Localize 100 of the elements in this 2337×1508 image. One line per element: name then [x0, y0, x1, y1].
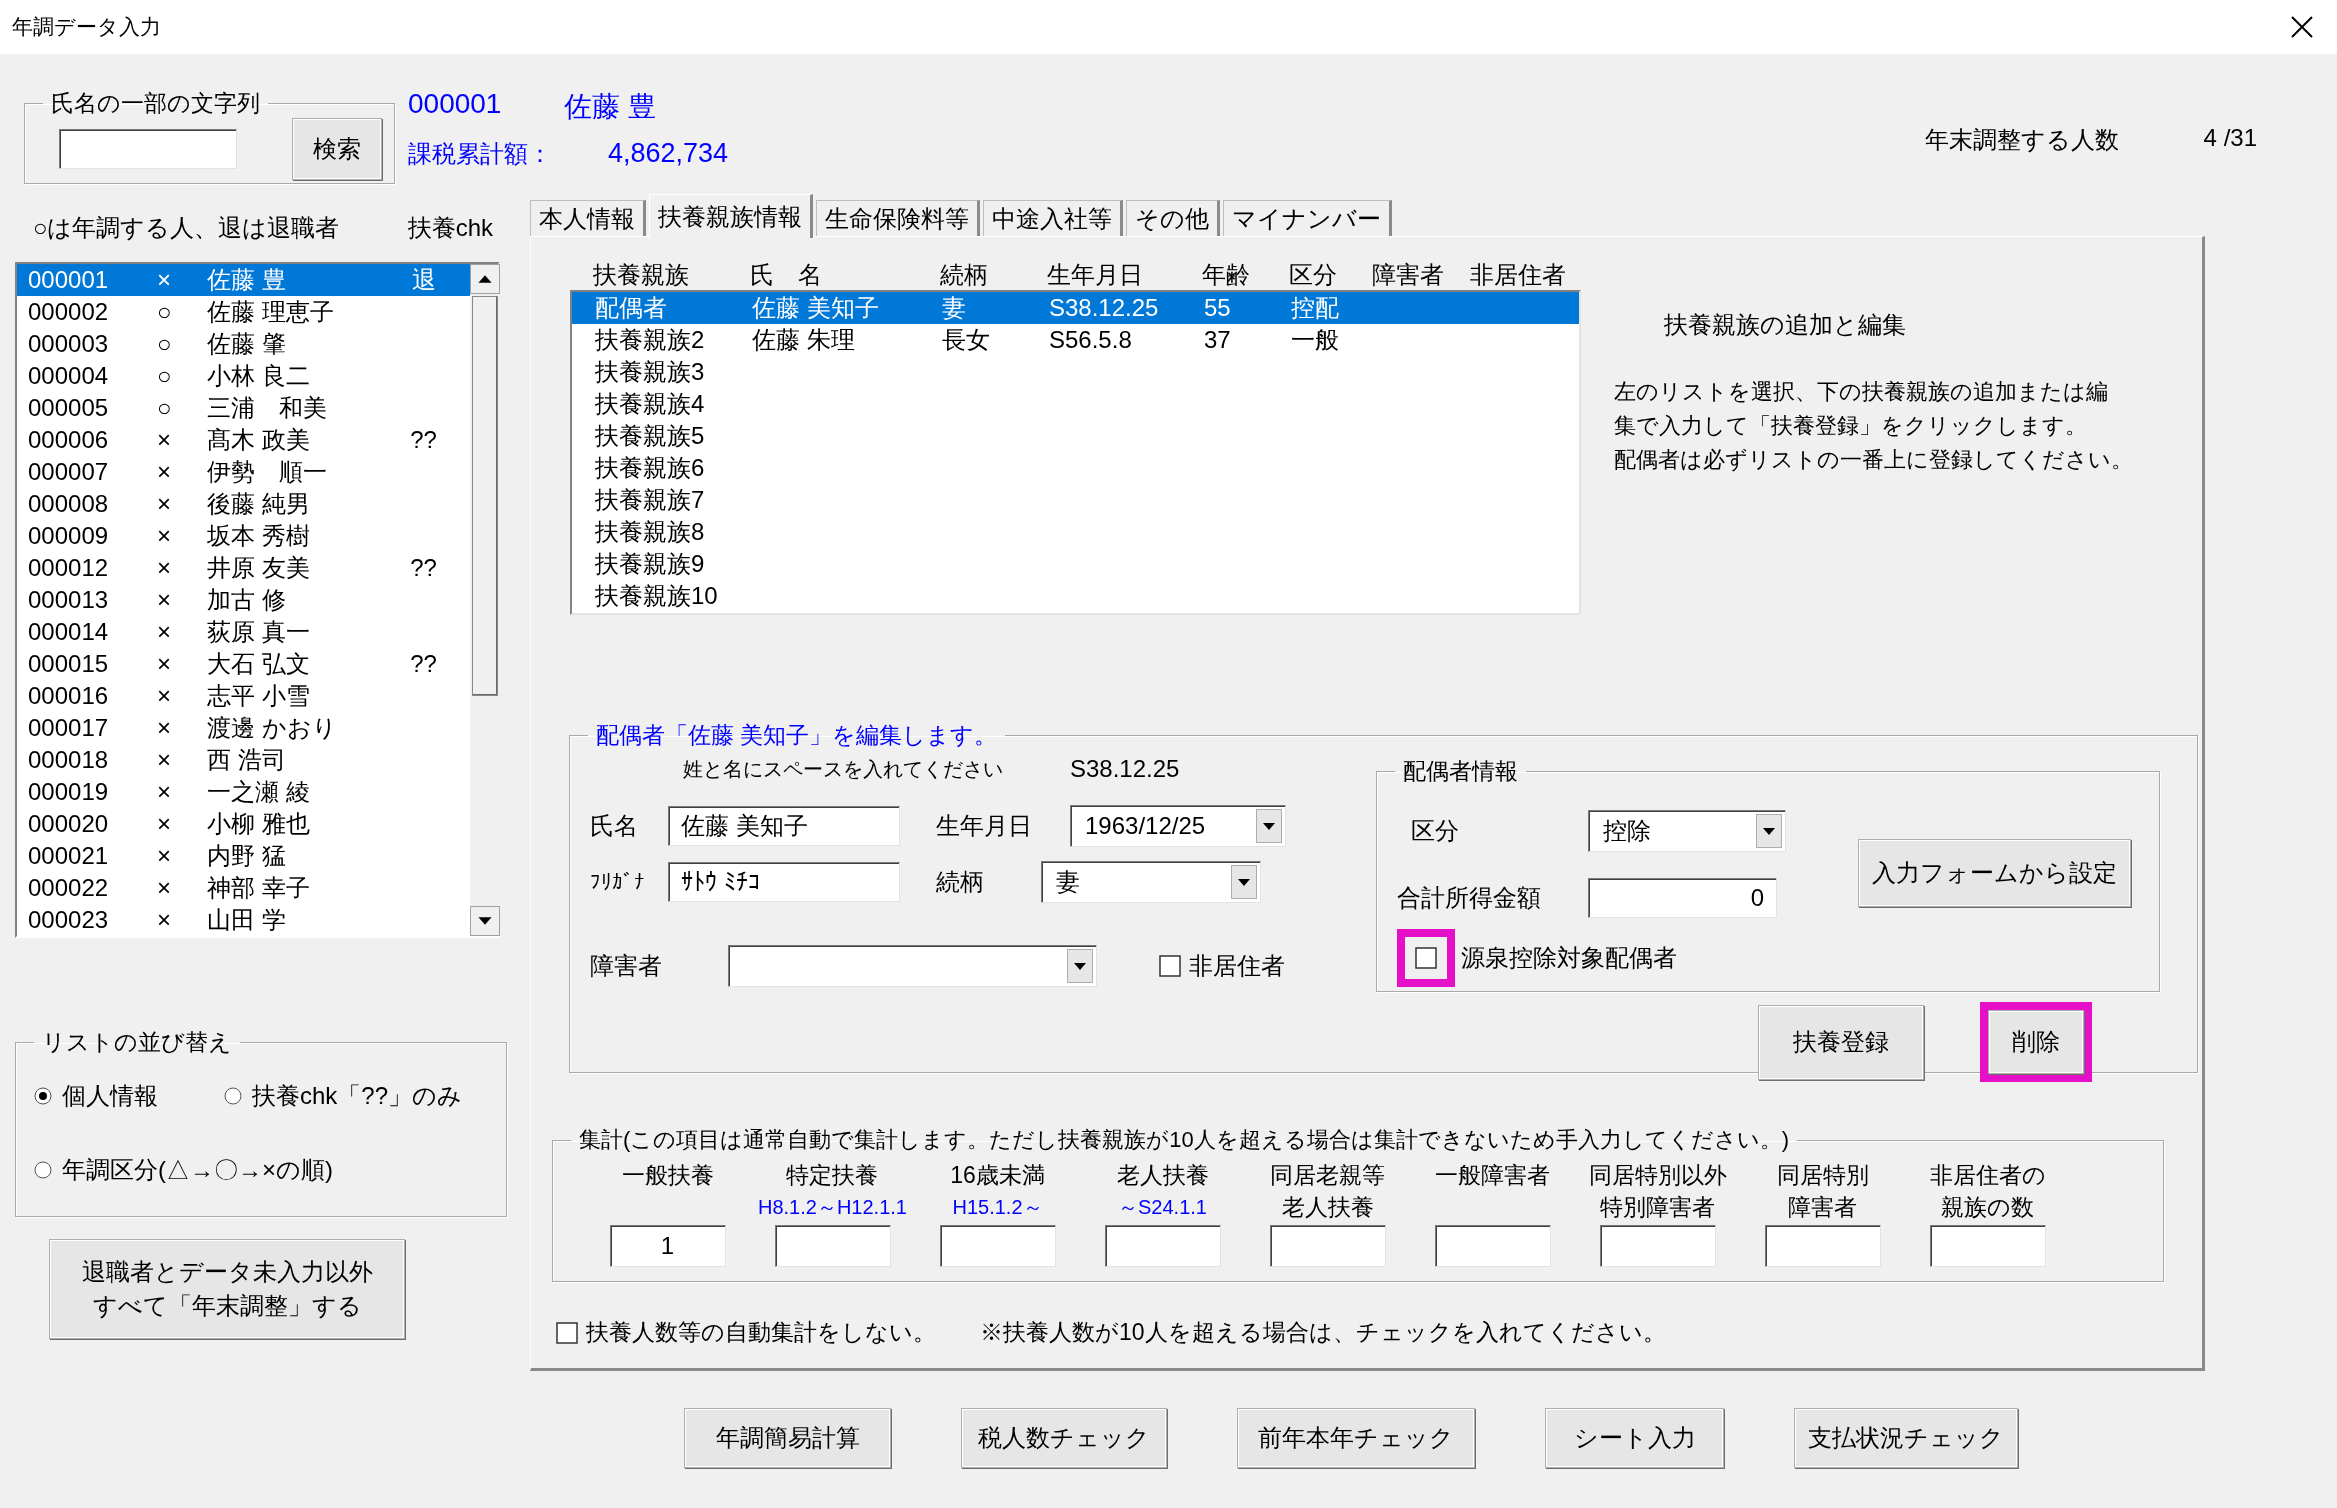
list-item[interactable]: 000017 × 渡邊 かおり: [17, 712, 470, 744]
close-icon[interactable]: [2289, 14, 2315, 40]
list-item[interactable]: 000019 × 一之瀬 綾: [17, 776, 470, 808]
caret-icon[interactable]: [1756, 814, 1782, 848]
radio-option[interactable]: 年調区分(△→〇→×の順): [34, 1150, 333, 1190]
list-item[interactable]: 000002 ○ 佐藤 理恵子: [17, 296, 470, 328]
kana-field[interactable]: ｻﾄｳ ﾐﾁｺ: [668, 862, 900, 902]
list-item[interactable]: 000001 × 佐藤 豊 退: [17, 264, 470, 296]
list-item[interactable]: 000020 × 小柳 雅也: [17, 808, 470, 840]
tab[interactable]: マイナンバー: [1223, 200, 1392, 236]
list-item[interactable]: 000022 × 神部 幸子: [17, 872, 470, 904]
list-item[interactable]: 000018 × 西 浩司: [17, 744, 470, 776]
list-item[interactable]: 000006 × 髙木 政美 ??: [17, 424, 470, 456]
caret-icon[interactable]: [1231, 865, 1257, 899]
column-header: 氏 名: [750, 260, 823, 290]
column-label: 特定扶養: [786, 1162, 879, 1188]
scrollbar[interactable]: [470, 264, 500, 936]
list-item[interactable]: 000021 × 内野 猛: [17, 840, 470, 872]
list-item[interactable]: 000009 × 坂本 秀樹: [17, 520, 470, 552]
list-item[interactable]: 配偶者 佐藤 美知子 妻 S38.12.25 55 控配: [572, 292, 1579, 324]
checkbox[interactable]: [556, 1321, 578, 1344]
list-item[interactable]: 000004 ○ 小林 良二: [17, 360, 470, 392]
tab[interactable]: 中途入社等: [983, 200, 1123, 236]
count-field[interactable]: [1929, 1225, 2046, 1267]
count-field[interactable]: [1434, 1225, 1551, 1267]
dropdown-field[interactable]: 1963/12/25: [1070, 805, 1286, 847]
checkbox[interactable]: [1415, 947, 1437, 969]
help-text: 左のリストを選択、下の扶養親族の追加または編: [1614, 378, 2109, 406]
name-field[interactable]: 佐藤 美知子: [668, 806, 900, 846]
list-item[interactable]: 000007 × 伊勢 順一: [17, 456, 470, 488]
count-field[interactable]: [1269, 1225, 1386, 1267]
radio-button[interactable]: [34, 1161, 52, 1179]
column-header: 続柄: [940, 260, 989, 290]
list-item[interactable]: 扶養親族3: [572, 356, 1579, 388]
list-item[interactable]: 扶養親族6: [572, 452, 1579, 484]
list-item[interactable]: 000023 × 山田 学: [17, 904, 470, 936]
radio-button[interactable]: [34, 1087, 52, 1105]
group-title: 配偶者情報: [1402, 757, 1519, 786]
list-item[interactable]: 000013 × 加古 修: [17, 584, 470, 616]
list-item[interactable]: 000003 ○ 佐藤 肇: [17, 328, 470, 360]
count-field[interactable]: [1599, 1225, 1716, 1267]
tab[interactable]: 生命保険料等: [816, 200, 980, 236]
radio-option[interactable]: 個人情報: [34, 1076, 224, 1116]
field-label: 氏名: [590, 811, 639, 841]
list-item[interactable]: 扶養親族2 佐藤 朱理 長女 S56.5.8 37 一般: [572, 324, 1579, 356]
count-field[interactable]: 1: [609, 1225, 726, 1267]
count-field[interactable]: [1764, 1225, 1881, 1267]
dropdown-field[interactable]: 妻: [1041, 861, 1261, 903]
bulk-adjust-button[interactable]: 退職者とデータ未入力以外 すべて「年末調整」する: [49, 1239, 405, 1339]
search-button[interactable]: 検索: [292, 118, 382, 180]
checkbox-label: 源泉控除対象配偶者: [1461, 943, 1677, 973]
employee-name: 佐藤 豊: [564, 90, 656, 124]
list-item[interactable]: 000012 × 井原 友美 ??: [17, 552, 470, 584]
income-field[interactable]: 0: [1588, 878, 1777, 918]
tab[interactable]: 扶養親族情報: [649, 194, 813, 238]
column-header: 非居住者: [1470, 260, 1567, 290]
count-label: 年末調整する人数: [1924, 125, 2119, 155]
checkbox[interactable]: [1159, 955, 1181, 977]
column-label: 同居老親等 老人扶養: [1270, 1162, 1385, 1220]
action-button[interactable]: 支払状況チェック: [1794, 1408, 2018, 1468]
list-item[interactable]: 000014 × 荻原 真一: [17, 616, 470, 648]
action-button[interactable]: シート入力: [1545, 1408, 1724, 1468]
dropdown-field[interactable]: 控除: [1588, 810, 1786, 852]
action-button[interactable]: 前年本年チェック: [1237, 1408, 1475, 1468]
list-item[interactable]: 扶養親族8: [572, 516, 1579, 548]
radio-option[interactable]: 扶養chk「??」のみ: [224, 1076, 463, 1116]
dropdown-field[interactable]: [728, 945, 1097, 987]
action-button[interactable]: 年調簡易計算: [684, 1408, 891, 1468]
caret-icon[interactable]: [1256, 809, 1282, 843]
column-header: 生年月日: [1047, 260, 1144, 290]
list-item[interactable]: 扶養親族9: [572, 548, 1579, 580]
list-item[interactable]: 扶養親族4: [572, 388, 1579, 420]
count-field[interactable]: [774, 1225, 891, 1267]
list-item[interactable]: 扶養親族5: [572, 420, 1579, 452]
list-item[interactable]: 000015 × 大石 弘文 ??: [17, 648, 470, 680]
column-label: 同居特別以外 特別障害者: [1588, 1162, 1727, 1220]
list-item[interactable]: 扶養親族10: [572, 580, 1579, 612]
column-label: 同居特別 障害者: [1776, 1162, 1869, 1220]
delete-button[interactable]: 削除: [1988, 1010, 2084, 1074]
group-title: 氏名の一部の文字列: [50, 89, 261, 118]
count-field[interactable]: [939, 1225, 1056, 1267]
list-item[interactable]: 000016 × 志平 小雪: [17, 680, 470, 712]
tab[interactable]: その他: [1126, 200, 1220, 236]
field-label: ﾌﾘｶﾞﾅ: [590, 870, 646, 894]
help-title: 扶養親族の追加と編集: [1664, 310, 1907, 340]
action-button[interactable]: 税人数チェック: [961, 1408, 1167, 1468]
search-field[interactable]: [59, 129, 237, 169]
note-text: ※扶養人数が10人を超える場合は、チェックを入れてください。: [980, 1318, 1666, 1347]
group-title: リストの並び替え: [41, 1028, 233, 1057]
set-from-form-button[interactable]: 入力フォームから設定: [1858, 839, 2131, 907]
column-label: 老人扶養: [1116, 1162, 1209, 1188]
count-field[interactable]: [1104, 1225, 1221, 1267]
register-button[interactable]: 扶養登録: [1758, 1004, 1924, 1080]
radio-button[interactable]: [224, 1087, 242, 1105]
list-item[interactable]: 000008 × 後藤 純男: [17, 488, 470, 520]
list-item[interactable]: 扶養親族7: [572, 484, 1579, 516]
total-label: 課税累計額：: [408, 139, 552, 169]
caret-icon[interactable]: [1067, 949, 1093, 983]
tab[interactable]: 本人情報: [530, 200, 646, 236]
list-item[interactable]: 000005 ○ 三浦 和美: [17, 392, 470, 424]
